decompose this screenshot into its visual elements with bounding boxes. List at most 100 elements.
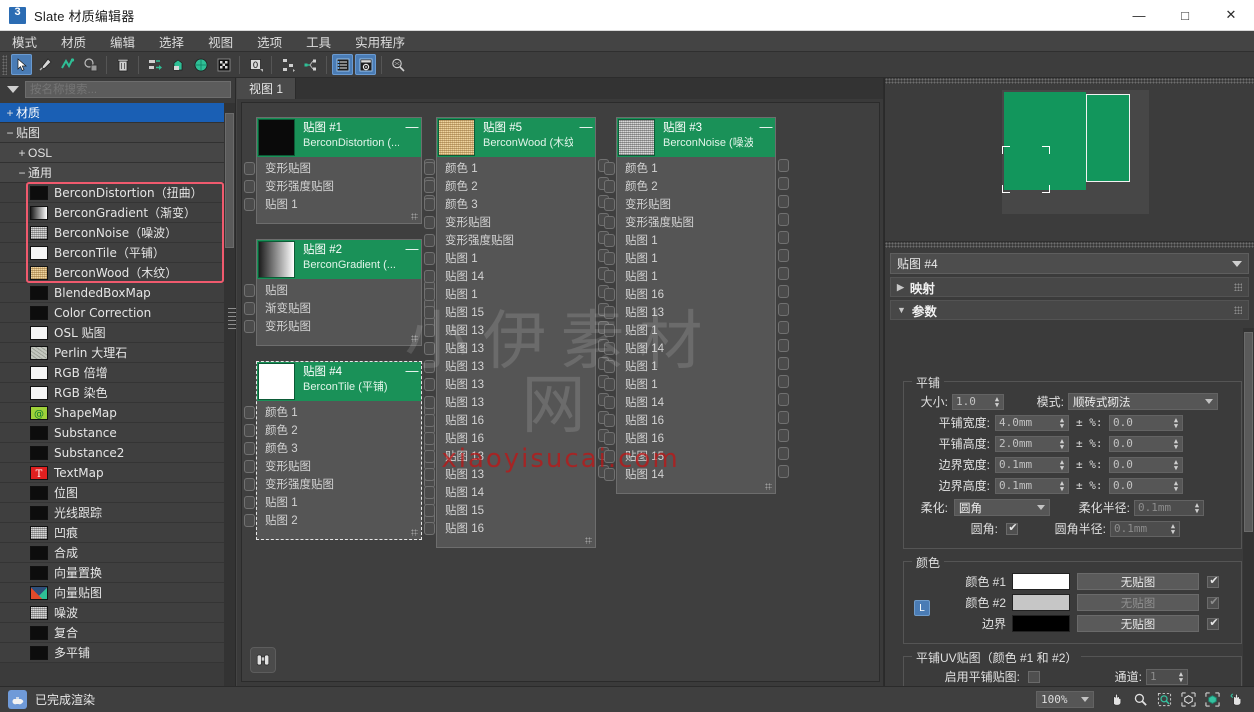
- graph-node-socket-row[interactable]: 贴图 16: [604, 430, 775, 448]
- graph-node-socket-row[interactable]: 贴图 13: [424, 358, 595, 376]
- map-list-item[interactable]: @ ShapeMap: [0, 403, 224, 423]
- map-list-item[interactable]: BerconDistortion（扭曲）: [0, 183, 224, 203]
- graph-node-socket-row[interactable]: 贴图 13: [424, 376, 595, 394]
- graph-node-output-socket[interactable]: [778, 213, 789, 226]
- round-checkbox[interactable]: [1006, 521, 1019, 535]
- graph-node-input-socket[interactable]: [604, 324, 615, 337]
- panel-splitter-handle[interactable]: [228, 308, 236, 330]
- map-list-item[interactable]: 光线跟踪: [0, 503, 224, 523]
- map-list-item[interactable]: 向量置换: [0, 563, 224, 583]
- graph-node-socket-row[interactable]: 贴图: [244, 282, 421, 300]
- round-radius-spinner[interactable]: 0.1mm ▲ ▼: [1110, 520, 1180, 537]
- tree-item-maps[interactable]: − 贴图: [0, 123, 224, 143]
- map-list-item[interactable]: BerconWood（木纹）: [0, 263, 224, 283]
- color2-swatch[interactable]: [1012, 594, 1070, 611]
- toolbar-grip[interactable]: [2, 54, 7, 75]
- graph-node-minimize-button[interactable]: —: [577, 118, 595, 157]
- graph-node-input-socket[interactable]: [244, 198, 255, 211]
- graph-node-socket-row[interactable]: 贴图 1: [604, 268, 775, 286]
- navigator-button[interactable]: [250, 647, 276, 673]
- graph-node-input-socket[interactable]: [424, 306, 435, 319]
- graph-node-input-socket[interactable]: [424, 396, 435, 409]
- graph-node-socket-row[interactable]: 贴图 16: [424, 412, 595, 430]
- soften-radius-spinner[interactable]: 0.1mm ▲ ▼: [1134, 499, 1204, 516]
- graph-node-resize-handle[interactable]: [765, 483, 772, 490]
- graph-node-input-socket[interactable]: [424, 252, 435, 265]
- graph-node-output-socket[interactable]: [778, 195, 789, 208]
- layout-all-tool[interactable]: [300, 54, 321, 75]
- border-width-stepper-icon[interactable]: ▲ ▼: [1058, 458, 1066, 472]
- navigator-preview[interactable]: [885, 84, 1254, 242]
- graph-node-socket-row[interactable]: 颜色 1: [424, 160, 595, 178]
- graph-node-input-socket[interactable]: [244, 180, 255, 193]
- graph-node-input-socket[interactable]: [424, 360, 435, 373]
- map-list-item[interactable]: Substance: [0, 423, 224, 443]
- graph-node-socket-row[interactable]: 贴图 1: [244, 494, 421, 512]
- maximize-button[interactable]: □: [1162, 0, 1208, 31]
- graph-node-input-socket[interactable]: [604, 198, 615, 211]
- graph-node-socket-row[interactable]: 贴图 16: [604, 286, 775, 304]
- menu-utilities[interactable]: 实用程序: [343, 31, 417, 52]
- graph-node-socket-row[interactable]: 颜色 2: [424, 178, 595, 196]
- graph-node-input-socket[interactable]: [424, 324, 435, 337]
- graph-node-socket-row[interactable]: 贴图 14: [604, 466, 775, 484]
- material-name-field[interactable]: 贴图 #4: [890, 253, 1249, 274]
- graph-node-input-socket[interactable]: [244, 496, 255, 509]
- graph-node-output-socket[interactable]: [778, 393, 789, 406]
- map-list-item[interactable]: Color Correction: [0, 303, 224, 323]
- graph-node-input-socket[interactable]: [244, 162, 255, 175]
- graph-node-socket-row[interactable]: 贴图 14: [424, 268, 595, 286]
- tile-height-spinner[interactable]: 2.0mm ▲ ▼: [995, 435, 1069, 452]
- put-material-to-scene-tool[interactable]: [80, 54, 101, 75]
- graph-node-input-socket[interactable]: [604, 468, 615, 481]
- map-list-item[interactable]: 凹痕: [0, 523, 224, 543]
- chevron-down-icon-soften[interactable]: [1037, 505, 1045, 510]
- graph-node-output-socket[interactable]: [778, 447, 789, 460]
- rollout-drag-dots-2[interactable]: [1234, 306, 1242, 314]
- graph-node-socket-row[interactable]: 贴图 16: [424, 520, 595, 538]
- graph-node-header[interactable]: 贴图 #2 BerconGradient (... —: [257, 240, 421, 279]
- graph-node-input-socket[interactable]: [424, 414, 435, 427]
- graph-node-socket-row[interactable]: 颜色 3: [244, 440, 421, 458]
- zoom-region-tool[interactable]: [1152, 689, 1176, 711]
- graph-node-socket-row[interactable]: 变形强度贴图: [604, 214, 775, 232]
- graph-node-output-socket[interactable]: [778, 177, 789, 190]
- graph-node-socket-row[interactable]: 贴图 13: [424, 340, 595, 358]
- map-list-item[interactable]: 向量贴图: [0, 583, 224, 603]
- graph-node-input-socket[interactable]: [604, 216, 615, 229]
- graph-node-resize-handle[interactable]: [411, 529, 418, 536]
- graph-node-socket-row[interactable]: 变形贴图: [604, 196, 775, 214]
- graph-node[interactable]: 贴图 #5 BerconWood (木纹) — 颜色 1 颜色 2 颜色 3 变形贴图 变形强…: [424, 117, 609, 548]
- graph-node[interactable]: 贴图 #2 BerconGradient (... — 贴图 渐变贴图 变形贴图: [244, 239, 435, 346]
- color2-enable-checkbox[interactable]: [1207, 595, 1220, 609]
- border-width-pm-stepper-icon[interactable]: ▲ ▼: [1172, 458, 1180, 472]
- tab-view-1[interactable]: 视图 1: [237, 78, 297, 99]
- map-list-item[interactable]: 位图: [0, 483, 224, 503]
- zoom-tool[interactable]: [1128, 689, 1152, 711]
- graph-node-socket-row[interactable]: 贴图 15: [604, 448, 775, 466]
- chevron-down-icon-zoom[interactable]: [1081, 697, 1089, 702]
- graph-node-input-socket[interactable]: [244, 424, 255, 437]
- browser-scroll-thumb[interactable]: [225, 113, 234, 248]
- browser-menu-icon[interactable]: [7, 86, 19, 93]
- graph-node-socket-row[interactable]: 贴图 1: [244, 196, 421, 214]
- node-graph-canvas[interactable]: 贴图 #1 BerconDistortion (... — 变形贴图 变形强度贴图 贴图 …: [241, 102, 880, 682]
- graph-node-input-socket[interactable]: [604, 432, 615, 445]
- graph-node-input-socket[interactable]: [424, 234, 435, 247]
- tree-expander-osl[interactable]: +: [16, 146, 28, 160]
- map-list-item[interactable]: BerconGradient（渐变）: [0, 203, 224, 223]
- graph-node-socket-row[interactable]: 颜色 1: [244, 404, 421, 422]
- zoom-extents-tool[interactable]: [1176, 689, 1200, 711]
- graph-node-socket-row[interactable]: 贴图 13: [604, 304, 775, 322]
- graph-node-input-socket[interactable]: [604, 378, 615, 391]
- graph-node-header[interactable]: 贴图 #5 BerconWood (木纹) —: [437, 118, 595, 157]
- tile-height-pm-stepper-icon[interactable]: ▲ ▼: [1172, 437, 1180, 451]
- graph-node-output-socket[interactable]: [778, 465, 789, 478]
- map-list-item[interactable]: T TextMap: [0, 463, 224, 483]
- graph-node-socket-row[interactable]: 贴图 15: [424, 304, 595, 322]
- graph-node-input-socket[interactable]: [424, 162, 435, 175]
- graph-node-socket-row[interactable]: 贴图 1: [424, 250, 595, 268]
- map-list-item[interactable]: Substance2: [0, 443, 224, 463]
- size-spinner[interactable]: 1.0 ▲ ▼: [952, 393, 1004, 410]
- pan-tool[interactable]: [1104, 689, 1128, 711]
